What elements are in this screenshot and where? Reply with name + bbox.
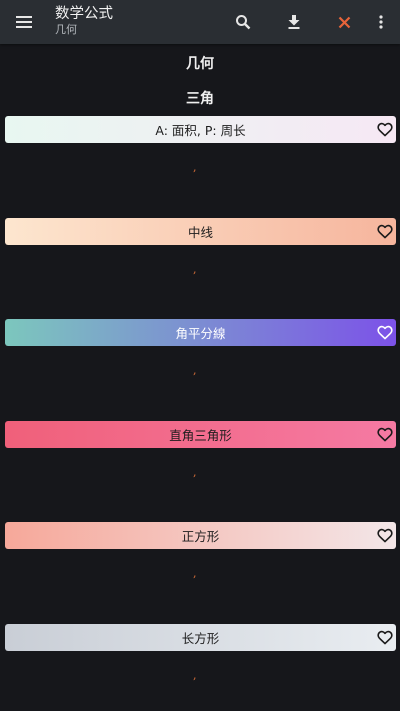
favorite-button[interactable] bbox=[376, 629, 393, 645]
card-title: 中线 bbox=[187, 225, 213, 240]
heart-icon bbox=[376, 630, 393, 644]
formula-card-header[interactable]: 正方形 bbox=[5, 522, 396, 549]
formula-card-header[interactable]: 直角三角形 bbox=[5, 421, 396, 448]
subsection-title: 三角 bbox=[186, 91, 214, 107]
hamburger-menu-icon bbox=[16, 16, 32, 28]
download-button[interactable] bbox=[279, 7, 309, 37]
more-vert-icon bbox=[379, 15, 383, 29]
heart-icon bbox=[376, 427, 393, 441]
card-title: 直角三角形 bbox=[169, 428, 232, 443]
close-icon bbox=[338, 16, 350, 28]
heart-icon bbox=[376, 528, 393, 542]
formula-placeholder: , bbox=[193, 466, 197, 479]
card-title: A: 面积, P: 周长 bbox=[155, 123, 246, 138]
title-block: 数学公式 几何 bbox=[55, 5, 113, 37]
formula-placeholder: , bbox=[193, 669, 197, 682]
heart-icon bbox=[376, 224, 393, 238]
formula-placeholder: , bbox=[193, 364, 197, 377]
formula-card-header[interactable]: A: 面积, P: 周长 bbox=[5, 116, 396, 143]
download-icon bbox=[288, 15, 300, 29]
formula-placeholder: , bbox=[193, 567, 197, 580]
app-title: 数学公式 bbox=[55, 6, 113, 22]
formula-placeholder: , bbox=[193, 263, 197, 276]
favorite-button[interactable] bbox=[376, 426, 393, 442]
menu-button[interactable] bbox=[9, 7, 39, 37]
formula-card-header[interactable]: 角平分線 bbox=[5, 319, 396, 346]
card-title: 正方形 bbox=[181, 529, 220, 544]
favorite-button[interactable] bbox=[376, 324, 393, 340]
card-title: 长方形 bbox=[181, 631, 220, 646]
search-icon bbox=[236, 15, 251, 30]
formula-card-header[interactable]: 中线 bbox=[5, 218, 396, 245]
app-subtitle: 几何 bbox=[55, 23, 77, 36]
favorite-button[interactable] bbox=[376, 121, 393, 137]
section-title: 几何 bbox=[186, 56, 214, 72]
formula-card-header[interactable]: 长方形 bbox=[5, 624, 396, 651]
more-options-button[interactable] bbox=[366, 7, 396, 37]
close-button[interactable] bbox=[329, 7, 359, 37]
favorite-button[interactable] bbox=[376, 527, 393, 543]
app-bar: 数学公式 几何 bbox=[0, 0, 400, 44]
formula-placeholder: , bbox=[193, 161, 197, 174]
heart-icon bbox=[376, 325, 393, 339]
favorite-button[interactable] bbox=[376, 223, 393, 239]
heart-icon bbox=[376, 122, 393, 136]
search-button[interactable] bbox=[228, 7, 258, 37]
card-title: 角平分線 bbox=[175, 326, 226, 341]
